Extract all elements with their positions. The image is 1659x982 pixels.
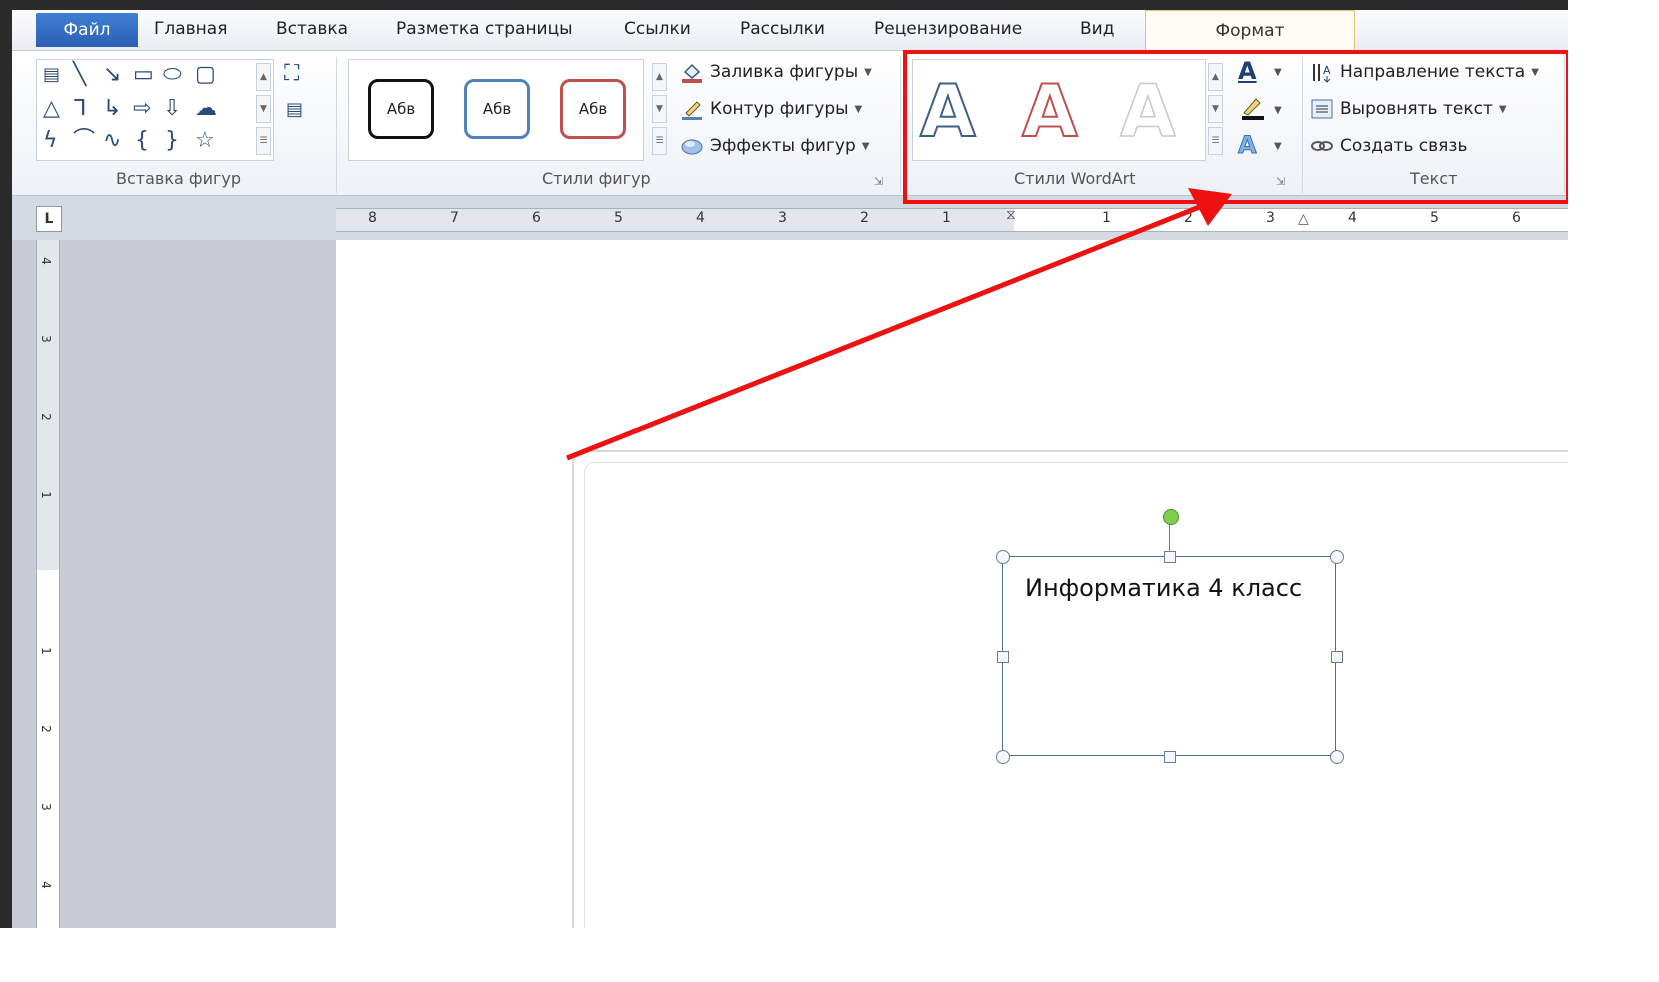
word-window: Файл Главная Вставка Разметка страницы С… bbox=[0, 0, 1568, 928]
annotation-arrow bbox=[566, 188, 1232, 461]
